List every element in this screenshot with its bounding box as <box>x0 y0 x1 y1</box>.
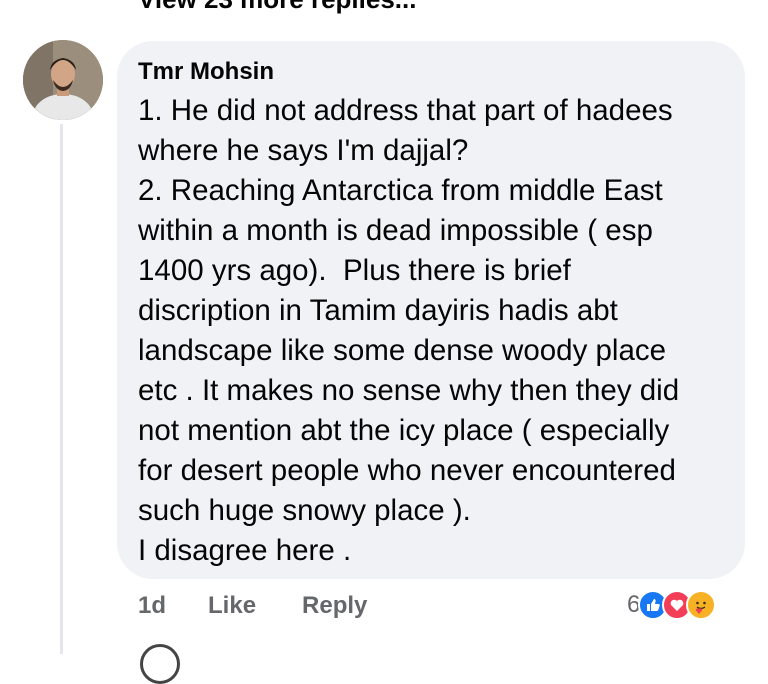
reactions-summary[interactable]: 6 <box>627 590 717 620</box>
comment-timestamp[interactable]: 1d <box>138 592 166 620</box>
next-reply-avatar[interactable] <box>140 644 180 684</box>
thread-connector-line <box>60 124 63 654</box>
avatar-photo <box>23 40 103 120</box>
view-more-replies-link[interactable]: View 23 more replies... <box>138 0 416 15</box>
avatar[interactable] <box>23 40 103 120</box>
comment-bubble: Tmr Mohsin 1. He did not address that pa… <box>117 41 745 579</box>
reply-button[interactable]: Reply <box>302 592 367 620</box>
comment-actions: 1d Like Reply <box>138 592 367 620</box>
comment-author-name[interactable]: Tmr Mohsin <box>138 57 725 87</box>
care-icon <box>686 590 717 620</box>
comment-text: 1. He did not address that part of hadee… <box>138 94 680 567</box>
like-button[interactable]: Like <box>208 592 256 620</box>
